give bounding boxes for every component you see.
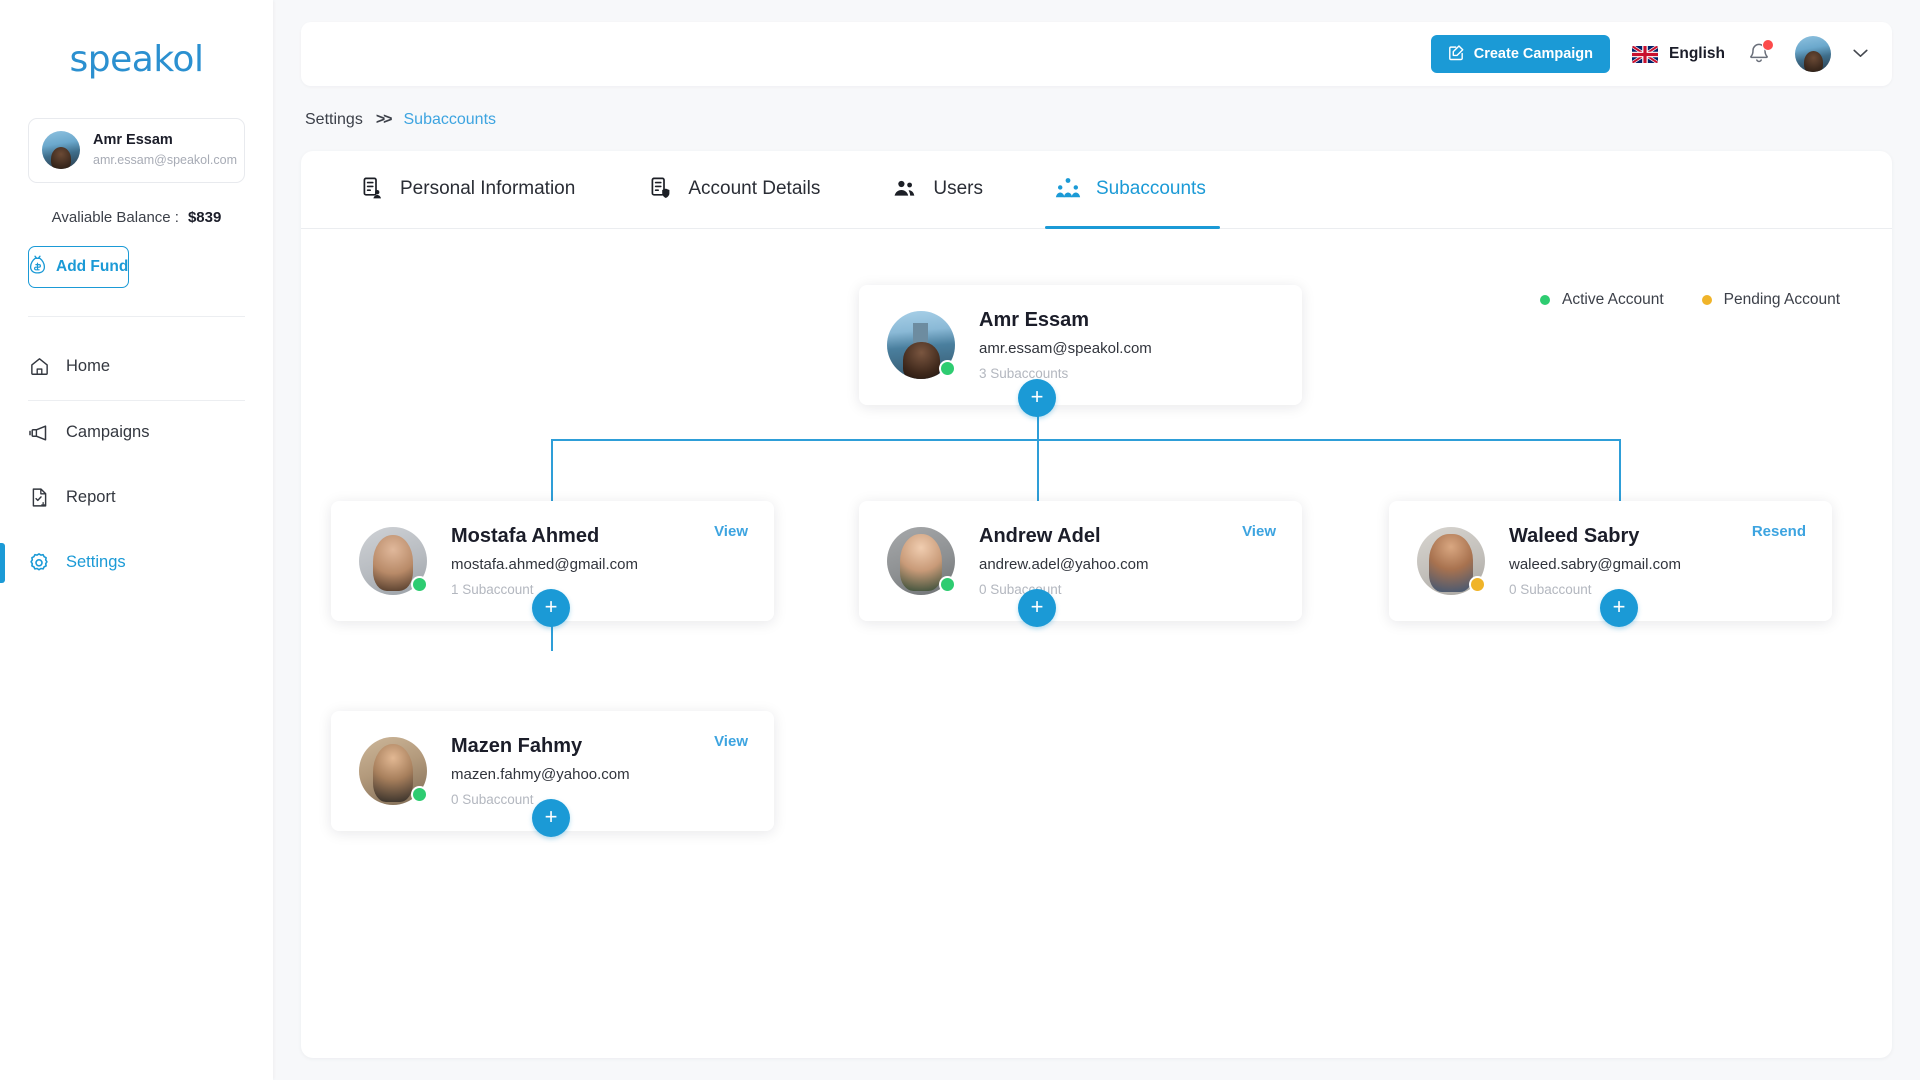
status-badge — [939, 576, 956, 593]
node-email: mazen.fahmy@yahoo.com — [451, 765, 630, 783]
tab-personal-information[interactable]: Personal Information — [349, 151, 603, 228]
sidebar-profile-name: Amr Essam — [93, 132, 173, 148]
breadcrumb-settings[interactable]: Settings — [305, 111, 363, 129]
add-subaccount-button-child-2[interactable]: + — [1018, 589, 1056, 627]
status-badge — [939, 360, 956, 377]
subaccounts-icon — [1055, 176, 1081, 202]
sidebar-item-label: Report — [66, 488, 116, 507]
add-subaccount-button-root[interactable]: + — [1018, 379, 1056, 417]
status-badge — [1469, 576, 1486, 593]
breadcrumb-subaccounts[interactable]: Subaccounts — [404, 111, 497, 129]
tab-label: Users — [933, 177, 983, 199]
person-card-icon — [359, 176, 385, 202]
top-bar: Create Campaign English — [301, 22, 1892, 86]
tab-label: Account Details — [688, 177, 821, 199]
tree-node-root[interactable]: Amr Essam amr.essam@speakol.com 3 Subacc… — [859, 285, 1302, 405]
sidebar-divider — [28, 315, 245, 317]
node-name: Amr Essam — [979, 308, 1090, 331]
notification-badge-dot — [1762, 39, 1774, 51]
tree-connector-child-2 — [1037, 439, 1039, 501]
chevron-down-icon[interactable] — [1853, 45, 1868, 63]
sidebar-item-home[interactable]: Home — [0, 335, 273, 400]
tree-connector-horizontal — [551, 439, 1619, 441]
settings-tabs: Personal Information Account Details Use… — [301, 151, 1892, 229]
sidebar-nav: Home Campaigns Report Settings — [0, 335, 273, 596]
uk-flag-icon — [1632, 45, 1659, 63]
balance-value: $839 — [187, 208, 222, 226]
report-document-icon — [28, 487, 50, 509]
avatar — [1417, 527, 1486, 595]
sidebar: speakol Amr Essam amr.essam@speakol.com … — [0, 0, 273, 1080]
avatar — [42, 131, 80, 170]
status-badge — [411, 786, 428, 803]
breadcrumb-separator: >> — [375, 111, 393, 128]
sidebar-item-campaigns[interactable]: Campaigns — [0, 401, 273, 466]
tab-label: Personal Information — [400, 177, 576, 199]
tab-subaccounts[interactable]: Subaccounts — [1044, 151, 1234, 229]
status-badge — [411, 576, 428, 593]
language-label: English — [1669, 45, 1725, 62]
create-campaign-button[interactable]: Create Campaign — [1430, 35, 1611, 73]
settings-panel: Personal Information Account Details Use… — [301, 151, 1892, 1058]
node-subaccount-count: 3 Subaccounts — [979, 365, 1069, 381]
sidebar-item-label: Campaigns — [66, 423, 150, 442]
sidebar-profile-email: amr.essam@speakol.com — [93, 152, 237, 167]
money-bag-icon — [29, 255, 46, 279]
subaccounts-tree: Amr Essam amr.essam@speakol.com 3 Subacc… — [301, 229, 1892, 1058]
tab-users[interactable]: Users — [882, 151, 1011, 228]
node-name: Mazen Fahmy — [451, 734, 583, 757]
tree-connector-child-1 — [551, 439, 553, 501]
subaccounts-body: Active Account Pending Account Amr Essam… — [301, 229, 1892, 1058]
main-content: Create Campaign English Settings >> Suba… — [273, 0, 1920, 1080]
avatar — [359, 737, 428, 805]
avatar — [887, 527, 956, 595]
user-avatar-button[interactable] — [1795, 36, 1831, 72]
sidebar-item-settings[interactable]: Settings — [0, 531, 273, 596]
add-fund-button[interactable]: Add Fund — [28, 245, 130, 288]
resend-link[interactable]: Resend — [1752, 523, 1806, 540]
sidebar-item-report[interactable]: Report — [0, 466, 273, 531]
account-shield-icon — [647, 176, 673, 202]
notifications-button[interactable] — [1747, 39, 1774, 68]
sidebar-item-label: Home — [66, 357, 111, 376]
node-name: Mostafa Ahmed — [451, 524, 600, 547]
app-root: speakol Amr Essam amr.essam@speakol.com … — [0, 0, 1920, 1080]
tree-connector-child-3 — [1619, 439, 1621, 501]
view-link[interactable]: View — [714, 733, 748, 750]
node-subaccount-count: 1 Subaccount — [451, 581, 534, 597]
add-fund-label: Add Fund — [56, 257, 129, 275]
tree-node-child-2[interactable]: Andrew Adel andrew.adel@yahoo.com 0 Suba… — [859, 501, 1302, 621]
sidebar-item-label: Settings — [66, 553, 126, 572]
node-email: andrew.adel@yahoo.com — [979, 555, 1149, 573]
tab-label: Subaccounts — [1095, 177, 1206, 199]
add-subaccount-button-grandchild-1[interactable]: + — [532, 799, 570, 837]
home-icon — [28, 356, 50, 378]
tab-account-details[interactable]: Account Details — [637, 151, 848, 228]
node-name: Andrew Adel — [979, 524, 1101, 547]
avatar — [359, 527, 428, 595]
node-subaccount-count: 0 Subaccount — [451, 791, 534, 807]
users-icon — [892, 176, 918, 202]
node-email: waleed.sabry@gmail.com — [1509, 555, 1681, 573]
node-email: mostafa.ahmed@gmail.com — [451, 555, 638, 573]
brand-logo-text: speakol — [69, 38, 204, 80]
create-campaign-label: Create Campaign — [1473, 46, 1594, 62]
add-subaccount-button-child-1[interactable]: + — [532, 589, 570, 627]
balance-label: Avaliable Balance : — [51, 208, 179, 226]
megaphone-icon — [28, 422, 50, 444]
brand-logo[interactable]: speakol — [0, 0, 273, 118]
view-link[interactable]: View — [1242, 523, 1276, 540]
sidebar-profile-card[interactable]: Amr Essam amr.essam@speakol.com — [28, 118, 245, 183]
add-subaccount-button-child-3[interactable]: + — [1600, 589, 1638, 627]
node-name: Waleed Sabry — [1509, 524, 1640, 547]
gear-icon — [28, 552, 50, 574]
available-balance: Avaliable Balance : $839 — [0, 209, 273, 226]
language-selector[interactable]: English — [1632, 45, 1725, 63]
view-link[interactable]: View — [714, 523, 748, 540]
breadcrumb: Settings >> Subaccounts — [301, 86, 1892, 151]
node-email: amr.essam@speakol.com — [979, 339, 1152, 357]
avatar — [887, 311, 956, 379]
node-subaccount-count: 0 Subaccount — [979, 581, 1062, 597]
edit-square-icon — [1448, 44, 1465, 65]
